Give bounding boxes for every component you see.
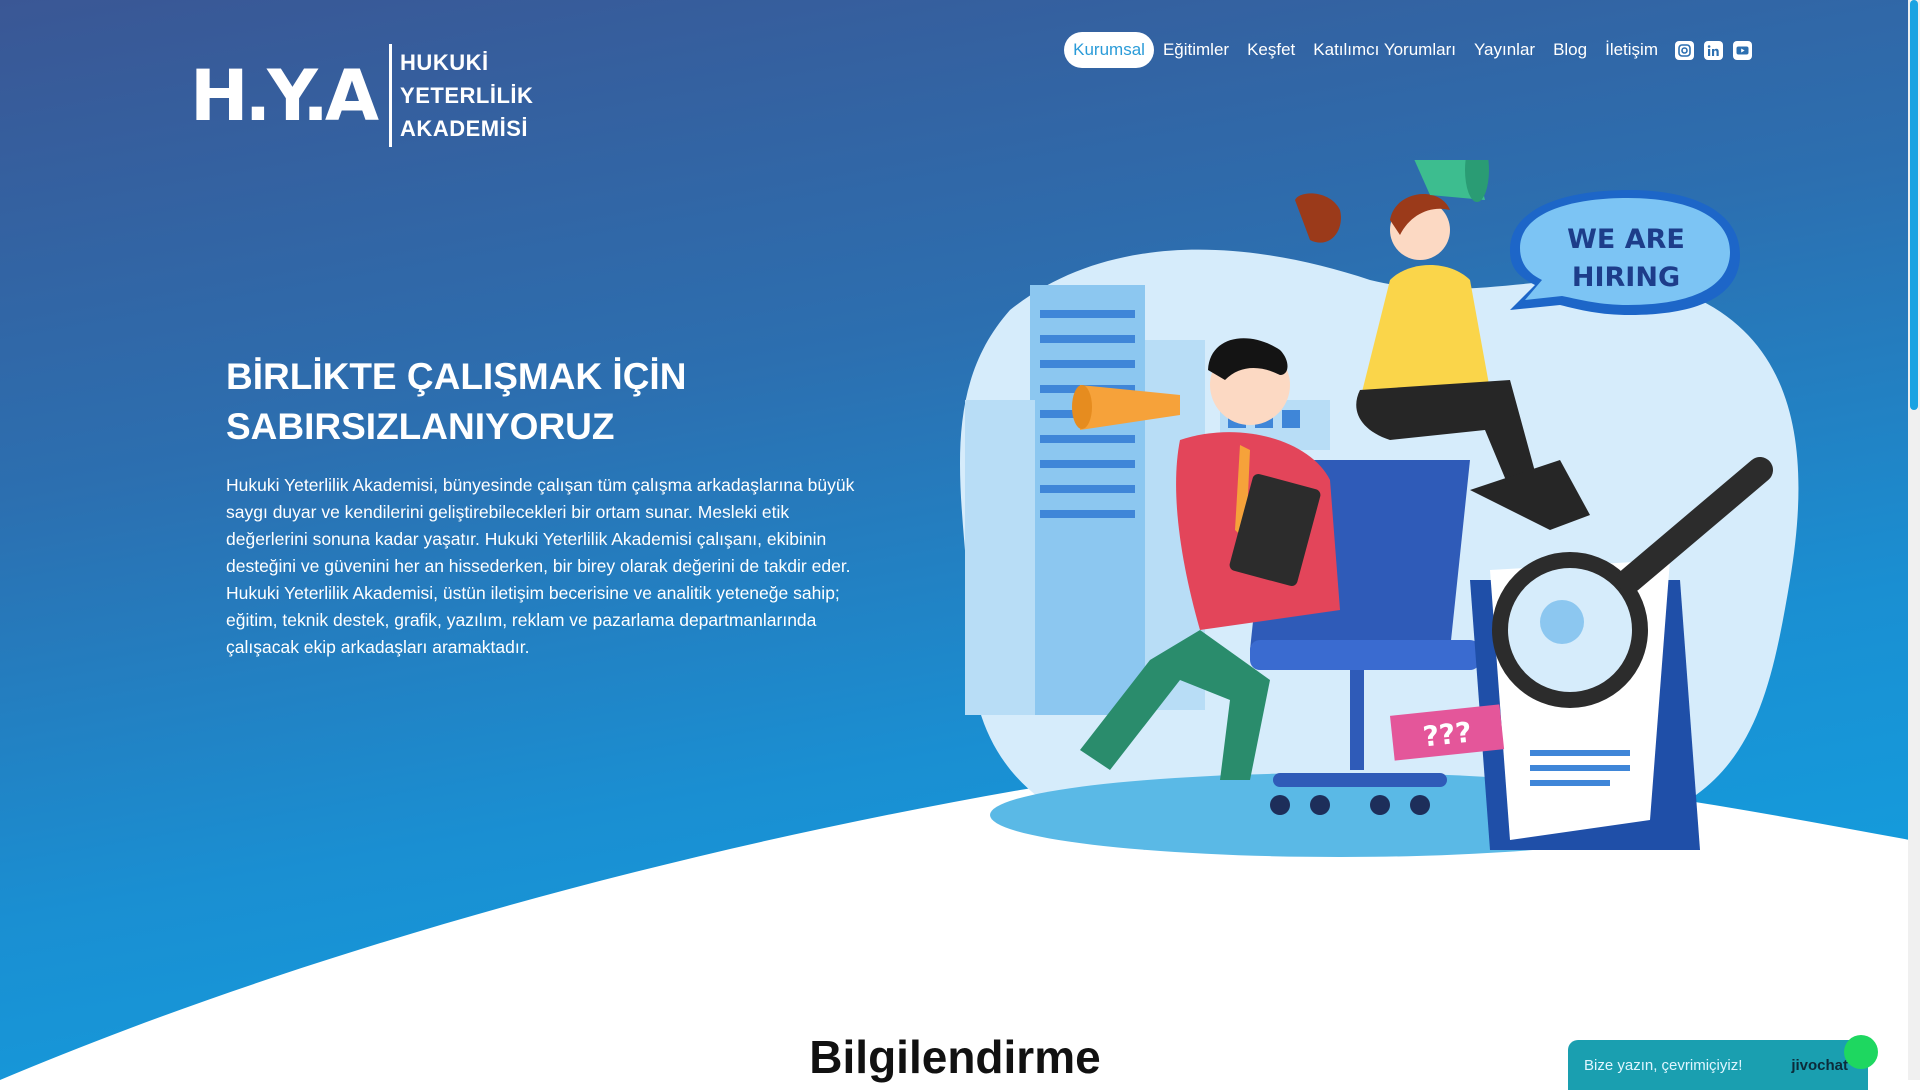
instagram-icon[interactable] (1675, 40, 1694, 60)
nav-item-iletisim[interactable]: İletişim (1596, 32, 1667, 68)
chat-brand: jivochat (1791, 1056, 1848, 1074)
nav-item-egitimler[interactable]: Eğitimler (1154, 32, 1238, 68)
brand-name: HUKUKİ YETERLİLİK AKADEMİSİ (400, 46, 533, 145)
hero-title-line-1: BİRLİKTE ÇALIŞMAK İÇİN (226, 356, 687, 397)
nav-item-katilimci-yorumlari[interactable]: Katılımcı Yorumları (1304, 32, 1465, 68)
nav-item-blog[interactable]: Blog (1544, 32, 1596, 68)
brand-logo[interactable]: H.Y.A HUKUKİ YETERLİLİK AKADEMİSİ (190, 44, 533, 147)
chat-prompt: Bize yazın, çevrimiçiyiz! (1584, 1056, 1743, 1074)
main-nav: Kurumsal Eğitimler Keşfet Katılımcı Yoru… (1064, 32, 1752, 68)
bubble-line-1: WE ARE (1567, 224, 1685, 255)
linkedin-icon[interactable] (1704, 40, 1723, 60)
nav-item-kesfet[interactable]: Keşfet (1238, 32, 1304, 68)
page-scrollbar[interactable] (1908, 0, 1920, 1080)
scrollbar-thumb[interactable] (1910, 0, 1918, 410)
social-links (1675, 40, 1752, 60)
brand-line-2: YETERLİLİK (400, 83, 534, 108)
hero-title: BİRLİKTE ÇALIŞMAK İÇİN SABIRSIZLANIYORUZ (226, 352, 826, 452)
chat-widget[interactable]: Bize yazın, çevrimiçiyiz! jivochat (1568, 1035, 1878, 1090)
logo-divider (389, 44, 393, 147)
youtube-icon[interactable] (1733, 40, 1752, 60)
brand-line-1: HUKUKİ (400, 50, 489, 75)
brand-line-3: AKADEMİSİ (400, 116, 528, 141)
hiring-illustration: WE ARE HIRING ??? (960, 160, 1799, 857)
nav-item-kurumsal[interactable]: Kurumsal (1064, 32, 1154, 68)
brand-mark: H.Y.A (190, 54, 379, 137)
chat-bubble-icon (1844, 1035, 1878, 1069)
bubble-line-2: HIRING (1572, 262, 1680, 293)
hero-title-line-2: SABIRSIZLANIYORUZ (226, 406, 615, 447)
question-sign: ??? (1421, 716, 1473, 754)
nav-item-yayinlar[interactable]: Yayınlar (1465, 32, 1544, 68)
hero-description: Hukuki Yeterlilik Akademisi, bünyesinde … (226, 475, 855, 657)
